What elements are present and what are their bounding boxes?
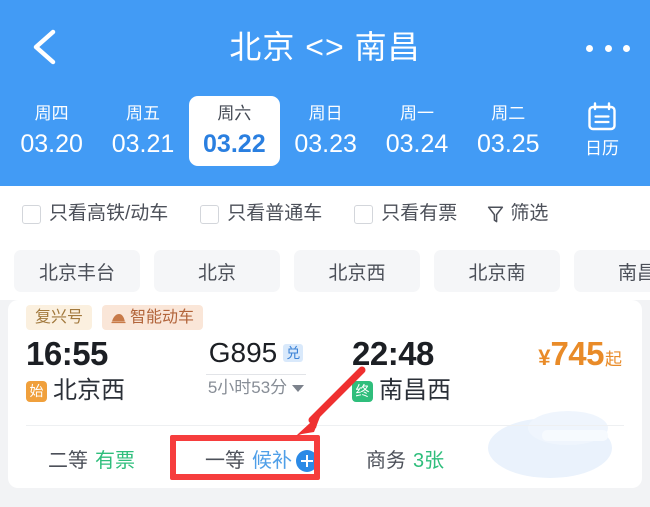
train-main-row: 16:55 G895 兑 5小时53分 22:48 始 北京西 终 南昌西 ¥ … [8, 334, 642, 414]
calendar-icon [554, 100, 650, 134]
checkbox-box-icon[interactable] [354, 204, 374, 224]
app-header: 北京 <> 南昌 周四 03.20 周五 03.21 周六 03.22 周日 0… [0, 0, 650, 186]
date-cell-list: 周四 03.20 周五 03.21 周六 03.22 周日 03.23 周一 0… [0, 96, 554, 166]
funnel-icon [487, 205, 510, 224]
date-number: 03.20 [20, 130, 83, 158]
price-amount: 745 [550, 335, 604, 372]
date-cell-4[interactable]: 周一 03.24 [371, 96, 462, 166]
station-chip-0[interactable]: 北京丰台 [14, 250, 140, 292]
route-line-divider [206, 374, 306, 375]
station-chip-1[interactable]: 北京 [154, 250, 280, 292]
date-number: 03.22 [203, 130, 266, 158]
train-tag-row: 复兴号 智能动车 [26, 305, 204, 330]
date-cell-3[interactable]: 周日 03.23 [280, 96, 371, 166]
station-chip-3[interactable]: 北京南 [434, 250, 560, 292]
seat-class-name: 二等 [48, 449, 88, 472]
train-search-screen: 北京 <> 南昌 周四 03.20 周五 03.21 周六 03.22 周日 0… [0, 0, 650, 507]
tag-smart-emu: 智能动车 [102, 305, 204, 330]
seat-availability: 候补 [252, 449, 292, 472]
checkbox-normal-train-only[interactable]: 只看普通车 [200, 202, 322, 226]
checkbox-label: 只看高铁/动车 [49, 203, 169, 224]
date-weekday: 周五 [125, 104, 160, 123]
duration-line[interactable]: 5小时53分 [176, 377, 336, 399]
seat-availability: 3张 [413, 449, 445, 472]
calendar-button[interactable]: 日历 [554, 96, 650, 161]
bottom-spacer [0, 495, 650, 507]
departure-time: 16:55 [26, 335, 108, 372]
date-weekday: 周一 [399, 104, 434, 123]
seat-second-class[interactable]: 二等 有票 [48, 448, 135, 474]
date-selector: 周四 03.20 周五 03.21 周六 03.22 周日 03.23 周一 0… [0, 96, 650, 180]
station-chip-4[interactable]: 南昌 [574, 250, 650, 292]
date-weekday: 周四 [34, 104, 69, 123]
date-weekday: 周六 [217, 104, 252, 123]
train-icon [111, 312, 130, 324]
start-station-badge: 始 [26, 380, 47, 402]
arrival-time: 22:48 [352, 335, 434, 372]
arrival-station: 终 南昌西 [352, 376, 451, 406]
filter-label: 筛选 [510, 203, 549, 224]
seat-class-name: 商务 [366, 449, 406, 472]
departure-station: 始 北京西 [26, 376, 125, 406]
train-card[interactable]: 复兴号 智能动车 16:55 G895 兑 5小时53分 22:48 始 北京西… [8, 300, 642, 488]
seat-business-class[interactable]: 商务 3张 [366, 448, 444, 474]
page-title: 北京 <> 南昌 [229, 29, 421, 65]
date-number: 03.25 [477, 130, 540, 158]
checkbox-available-only[interactable]: 只看有票 [354, 202, 457, 226]
seat-first-class[interactable]: 一等 候补 [205, 448, 318, 474]
checkbox-label: 只看有票 [381, 203, 458, 224]
date-cell-0[interactable]: 周四 03.20 [6, 96, 97, 166]
dot [623, 44, 630, 52]
train-number: G895 [208, 337, 278, 368]
price-suffix: 起 [605, 350, 622, 369]
checkbox-label: 只看普通车 [227, 203, 323, 224]
station-chip-row[interactable]: 北京丰台 北京 北京西 北京南 南昌 [0, 242, 650, 300]
checkbox-box-icon[interactable] [200, 204, 220, 224]
checkbox-box-icon[interactable] [22, 204, 41, 224]
filter-bar: 只看高铁/动车 只看普通车 只看有票 筛选 [0, 186, 650, 242]
departure-station-name: 北京西 [53, 377, 125, 404]
date-cell-5[interactable]: 周二 03.25 [463, 96, 554, 166]
seat-availability: 有票 [95, 449, 135, 472]
date-weekday: 周日 [308, 104, 343, 123]
date-number: 03.24 [385, 130, 449, 158]
seat-class-row: 二等 有票 一等 候补 商务 3张 [8, 433, 642, 488]
seat-class-name: 一等 [205, 449, 245, 472]
arrival-station-name: 南昌西 [379, 377, 451, 404]
tag-fuxing-hao: 复兴号 [26, 305, 93, 330]
chevron-down-icon[interactable] [292, 384, 305, 392]
end-station-badge: 终 [352, 380, 373, 402]
dot [586, 44, 593, 52]
card-divider [26, 425, 624, 426]
filter-button[interactable]: 筛选 [487, 202, 548, 226]
calendar-label: 日历 [585, 139, 619, 158]
station-chip-2[interactable]: 北京西 [294, 250, 420, 292]
tag-smart-emu-label: 智能动车 [130, 309, 195, 326]
train-list: 复兴号 智能动车 16:55 G895 兑 5小时53分 22:48 始 北京西… [0, 300, 650, 495]
more-options-icon[interactable] [586, 36, 630, 60]
date-cell-1[interactable]: 周五 03.21 [97, 96, 188, 166]
nav-bar: 北京 <> 南昌 [0, 0, 650, 92]
date-number: 03.21 [111, 130, 175, 158]
checkbox-high-speed-only[interactable]: 只看高铁/动车 [22, 202, 168, 226]
exchange-badge: 兑 [283, 344, 304, 362]
train-middle-info[interactable]: G895 兑 5小时53分 [176, 334, 336, 399]
train-number-line: G895 兑 [176, 334, 336, 372]
date-cell-2-selected[interactable]: 周六 03.22 [188, 96, 280, 166]
plus-icon[interactable] [296, 449, 318, 472]
currency-symbol: ¥ [538, 345, 551, 370]
ticket-price: ¥ 745 起 [538, 334, 622, 380]
date-number: 03.23 [294, 130, 357, 158]
trip-duration: 5小时53分 [207, 378, 288, 397]
dot [604, 44, 612, 52]
date-weekday: 周二 [491, 104, 526, 123]
